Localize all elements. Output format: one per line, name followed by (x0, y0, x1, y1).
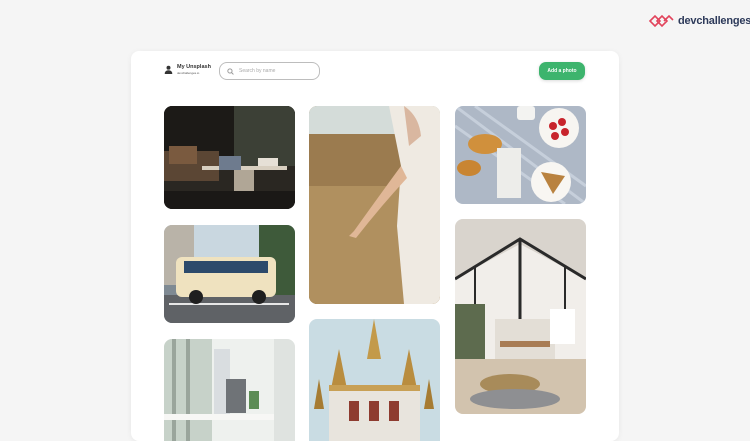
app-subtitle: devchallenges.io (177, 70, 200, 75)
app-header: My Unsplash devchallenges.io Add a photo (131, 51, 619, 101)
add-photo-button[interactable]: Add a photo (539, 62, 585, 80)
user-icon (164, 65, 173, 75)
photo-vintage-van[interactable] (164, 225, 295, 323)
app-title: My Unsplash (177, 64, 211, 70)
photo-loft-interior[interactable] (455, 219, 586, 414)
devchallenges-logo-icon (648, 14, 674, 28)
devchallenges-brand: devchallenges (648, 14, 750, 28)
photo-living-room[interactable] (164, 106, 295, 209)
search-icon (227, 67, 234, 75)
search-box[interactable] (219, 62, 320, 80)
brand-name: devchallenges (678, 15, 750, 27)
photo-breakfast[interactable] (455, 106, 586, 204)
photo-bright-desk[interactable] (164, 339, 295, 441)
search-input[interactable] (239, 68, 309, 74)
photo-wheat-field[interactable] (309, 106, 440, 304)
app-logo[interactable]: My Unsplash devchallenges.io (164, 64, 211, 75)
photo-temple[interactable] (309, 319, 440, 441)
app-window: My Unsplash devchallenges.io Add a photo (131, 51, 619, 441)
